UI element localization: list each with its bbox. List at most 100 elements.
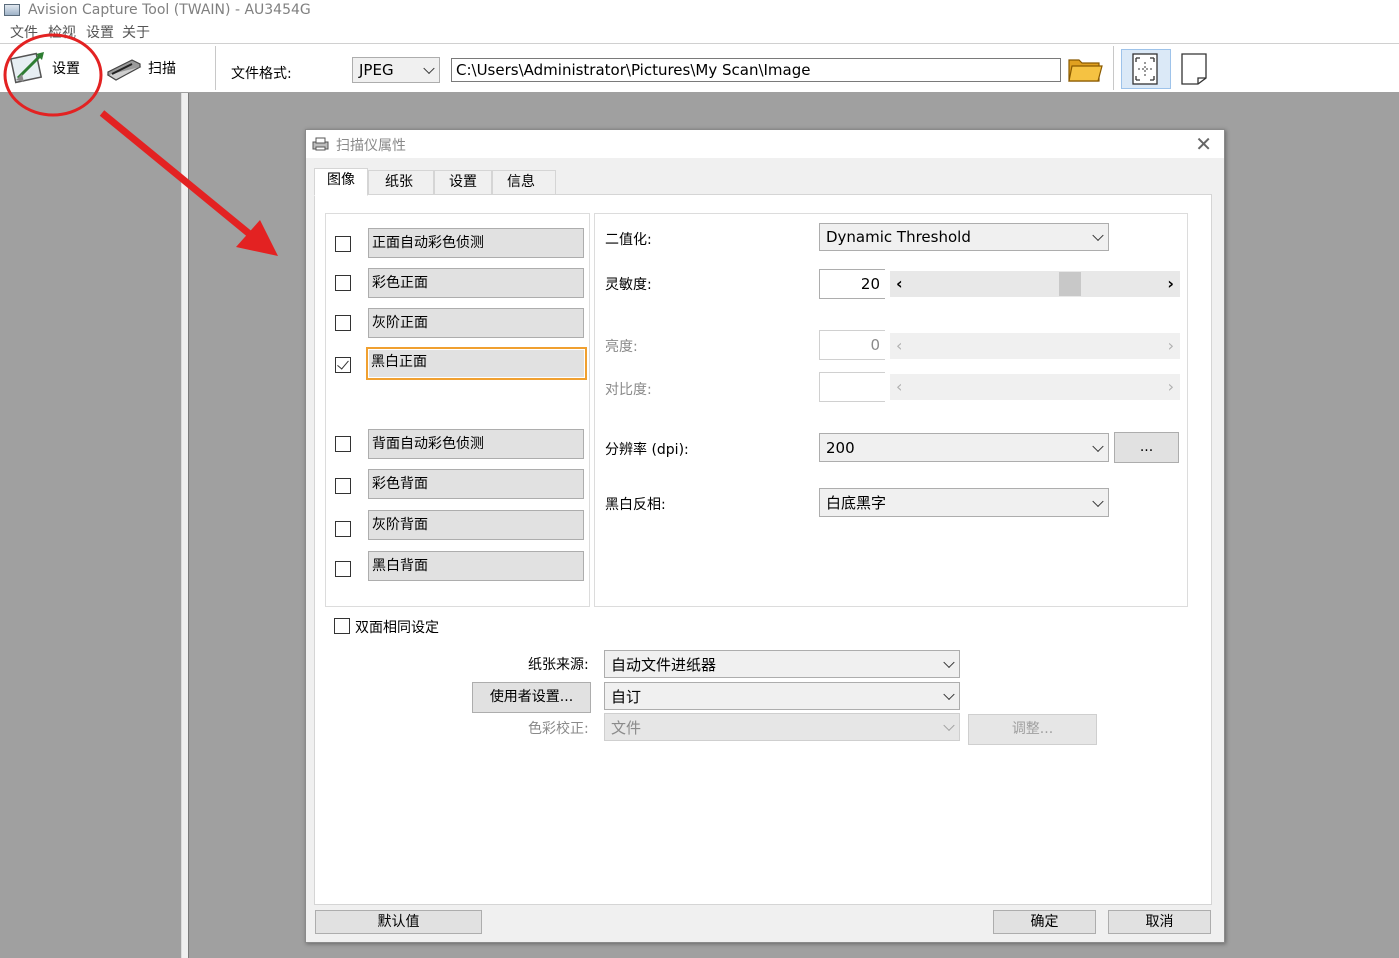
- checkbox-front-gray[interactable]: [335, 315, 351, 331]
- checkbox-front-auto-color[interactable]: [335, 236, 351, 252]
- chevron-left-icon: ‹: [896, 336, 903, 355]
- file-format-select[interactable]: JPEG: [352, 57, 440, 83]
- user-settings-select[interactable]: 自订: [604, 682, 960, 710]
- binarization-label: 二值化:: [605, 232, 652, 248]
- scanner-icon: [106, 59, 142, 81]
- color-calibration-select: 文件: [604, 713, 960, 741]
- contrast-label: 对比度:: [605, 382, 652, 398]
- dialog-title: 扫描仪属性: [336, 138, 406, 154]
- toolbar-separator: [215, 46, 216, 90]
- sensitivity-slider[interactable]: ‹ ›: [890, 271, 1180, 297]
- chevron-left-icon: ‹: [896, 377, 903, 396]
- user-settings-button[interactable]: 使用者设置...: [472, 682, 591, 713]
- chevron-down-icon: [1092, 495, 1104, 507]
- color-calibration-label: 色彩校正:: [528, 721, 589, 737]
- settings-label: 设置: [52, 61, 80, 77]
- menu-view[interactable]: 检视: [48, 22, 76, 42]
- chevron-right-icon: ›: [1167, 336, 1174, 355]
- option-back-bw[interactable]: 黑白背面: [368, 551, 584, 581]
- checkbox-back-gray[interactable]: [335, 521, 351, 537]
- chevron-down-icon: [1092, 440, 1104, 452]
- checkbox-front-color[interactable]: [335, 275, 351, 291]
- paper-source-select[interactable]: 自动文件进纸器: [604, 650, 960, 678]
- brightness-input: 0: [819, 330, 885, 360]
- menu-file[interactable]: 文件: [10, 22, 38, 42]
- save-path-input[interactable]: C:\Users\Administrator\Pictures\My Scan\…: [451, 58, 1061, 82]
- chevron-down-icon: [423, 62, 435, 75]
- tab-image[interactable]: 图像: [314, 168, 368, 196]
- image-tab-panel: 正面自动彩色侦测 彩色正面 灰阶正面 黑白正面 背面自动彩色侦测 彩色背面 灰阶…: [314, 194, 1212, 905]
- paper-source-value: 自动文件进纸器: [611, 655, 717, 674]
- tab-paper[interactable]: 纸张: [368, 170, 434, 194]
- scanner-properties-dialog: 扫描仪属性 ✕ 图像 纸张 设置 信息 正面自动彩色侦测 彩色正面 灰阶正面 黑…: [305, 129, 1225, 943]
- sensitivity-input[interactable]: 20: [819, 269, 885, 299]
- scan-button[interactable]: 扫描: [106, 50, 176, 86]
- option-front-color[interactable]: 彩色正面: [368, 268, 584, 298]
- resolution-select[interactable]: 200: [819, 433, 1109, 462]
- window-titlebar: Avision Capture Tool (TWAIN) - AU3454G: [0, 0, 1399, 20]
- cancel-button[interactable]: 取消: [1108, 910, 1211, 934]
- color-calibration-value: 文件: [611, 718, 642, 737]
- chevron-down-icon: [1092, 229, 1104, 242]
- fit-page-button[interactable]: [1121, 49, 1171, 89]
- binarization-select[interactable]: Dynamic Threshold: [819, 223, 1109, 251]
- default-button[interactable]: 默认值: [315, 910, 482, 934]
- app-icon: [4, 4, 20, 16]
- chevron-right-icon[interactable]: ›: [1167, 274, 1174, 293]
- tab-bar: 图像 纸张 设置 信息: [314, 168, 556, 196]
- invert-label: 黑白反相:: [605, 497, 666, 513]
- user-settings-value: 自订: [611, 687, 642, 706]
- browse-folder-button[interactable]: [1066, 50, 1103, 86]
- chevron-down-icon: [943, 719, 955, 732]
- window-title: Avision Capture Tool (TWAIN) - AU3454G: [28, 2, 311, 18]
- brightness-label: 亮度:: [605, 339, 638, 355]
- invert-value: 白底黑字: [826, 494, 887, 512]
- close-icon[interactable]: ✕: [1195, 132, 1212, 156]
- checkbox-back-auto-color[interactable]: [335, 436, 351, 452]
- contrast-slider: ‹ ›: [890, 374, 1180, 400]
- option-front-gray[interactable]: 灰阶正面: [368, 308, 584, 338]
- tab-info[interactable]: 信息: [492, 170, 556, 194]
- page-view-button[interactable]: [1178, 52, 1214, 88]
- chevron-down-icon: [943, 656, 955, 669]
- option-back-color[interactable]: 彩色背面: [368, 469, 584, 499]
- fit-page-icon: [1132, 53, 1158, 85]
- sensitivity-slider-thumb[interactable]: [1059, 272, 1081, 296]
- image-type-group: 正面自动彩色侦测 彩色正面 灰阶正面 黑白正面 背面自动彩色侦测 彩色背面 灰阶…: [325, 213, 590, 607]
- menu-about[interactable]: 关于: [122, 22, 150, 42]
- checkbox-back-color[interactable]: [335, 478, 351, 494]
- resolution-label: 分辨率 (dpi):: [605, 442, 689, 458]
- ok-button[interactable]: 确定: [993, 910, 1096, 934]
- printer-icon: [312, 137, 329, 151]
- tab-settings[interactable]: 设置: [434, 170, 492, 194]
- chevron-left-icon[interactable]: ‹: [896, 274, 903, 293]
- option-back-auto-color[interactable]: 背面自动彩色侦测: [368, 429, 584, 459]
- invert-select[interactable]: 白底黑字: [819, 488, 1109, 517]
- file-format-label: 文件格式:: [231, 66, 292, 82]
- checkbox-front-bw[interactable]: [335, 357, 351, 373]
- settings-icon: [10, 52, 44, 84]
- chevron-down-icon: [943, 688, 955, 701]
- sensitivity-label: 灵敏度:: [605, 277, 652, 293]
- menu-settings[interactable]: 设置: [86, 22, 114, 42]
- dialog-titlebar: 扫描仪属性 ✕: [306, 130, 1224, 158]
- duplex-same-label[interactable]: 双面相同设定: [355, 617, 439, 637]
- adjust-button: 调整...: [968, 714, 1097, 745]
- chevron-right-icon: ›: [1167, 377, 1174, 396]
- binarization-value: Dynamic Threshold: [826, 228, 971, 246]
- pane-splitter[interactable]: [181, 93, 189, 958]
- toolbar: 设置 扫描 文件格式: JPEG C:\Users\Administrator\…: [0, 43, 1399, 93]
- folder-icon: [1068, 59, 1103, 82]
- image-settings-group: 二值化: Dynamic Threshold 灵敏度: 20 ‹ › 亮度: 0…: [594, 213, 1188, 607]
- option-front-bw[interactable]: 黑白正面: [366, 347, 587, 380]
- checkbox-back-bw[interactable]: [335, 561, 351, 577]
- settings-button[interactable]: 设置: [10, 50, 80, 86]
- page-icon: [1181, 53, 1207, 85]
- option-front-auto-color[interactable]: 正面自动彩色侦测: [368, 228, 584, 258]
- scan-label: 扫描: [148, 61, 176, 77]
- option-back-gray[interactable]: 灰阶背面: [368, 510, 584, 540]
- resolution-more-button[interactable]: ...: [1114, 432, 1179, 463]
- brightness-slider: ‹ ›: [890, 333, 1180, 359]
- file-format-value: JPEG: [359, 61, 394, 79]
- duplex-same-checkbox[interactable]: [334, 618, 350, 634]
